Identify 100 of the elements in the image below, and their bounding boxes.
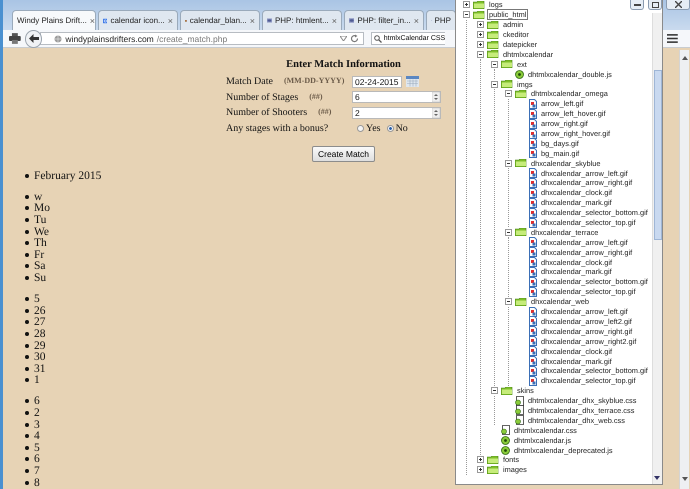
page-scrollbar[interactable] <box>679 50 689 489</box>
maximize-button[interactable] <box>648 0 662 10</box>
list-item: 3 <box>34 418 40 431</box>
expand-toggle[interactable] <box>477 456 484 464</box>
scroll-up-icon[interactable] <box>682 56 688 60</box>
expand-toggle[interactable] <box>477 21 484 28</box>
expand-toggle[interactable] <box>505 160 512 167</box>
browser-tab[interactable]: calendar icon... × <box>98 10 178 30</box>
form-title: Enter Match Information <box>285 59 402 70</box>
calendar-icon[interactable] <box>406 76 419 88</box>
field-label: Number of Stages <box>226 92 298 103</box>
browser-tab[interactable]: Windy Plains Drift... × <box>12 10 96 30</box>
expand-toggle[interactable] <box>505 90 512 98</box>
bullet-icon <box>25 344 29 348</box>
tree-scrollbar[interactable] <box>652 13 662 484</box>
list-item: We <box>34 226 50 238</box>
url-domain: windyplainsdrifters.com <box>65 34 154 44</box>
stylesheet-file-icon <box>501 425 510 436</box>
format-hint: (##) <box>318 107 332 118</box>
reload-icon[interactable] <box>350 34 359 43</box>
number-field[interactable]: 2 <box>352 106 441 119</box>
expand-toggle[interactable] <box>491 80 498 88</box>
format-hint: (MM-DD-YYYY) <box>284 76 344 88</box>
list-item: 6 <box>34 395 40 408</box>
folder-icon <box>501 386 513 395</box>
print-icon[interactable] <box>9 33 21 44</box>
bullet-icon <box>25 308 29 313</box>
browser-tab[interactable]: calendar_blan... × <box>180 10 260 30</box>
browser-tab[interactable]: PHP: htmlent... × <box>262 10 342 30</box>
folder-icon <box>515 159 527 168</box>
spinner-icon[interactable] <box>432 108 440 118</box>
bullet-icon <box>25 457 29 462</box>
script-file-icon <box>515 70 524 79</box>
number-field[interactable]: 6 <box>352 91 441 104</box>
close-button[interactable] <box>666 0 690 10</box>
scrollbar-thumb[interactable] <box>654 70 662 240</box>
radio-button[interactable] <box>357 124 364 132</box>
list-item: 29 <box>34 340 46 352</box>
expand-toggle[interactable] <box>463 11 470 18</box>
list-item: February 2015 <box>34 170 102 182</box>
folder-icon <box>487 466 499 474</box>
expand-toggle[interactable] <box>477 31 484 38</box>
stylesheet-file-icon <box>515 396 524 406</box>
list-item: 1 <box>34 374 40 386</box>
bullet-icon <box>25 366 29 371</box>
address-field[interactable]: windyplainsdrifters.com /create_match.php <box>40 32 364 45</box>
expand-toggle[interactable] <box>505 298 512 306</box>
minimize-button[interactable] <box>630 0 644 10</box>
browser-tab[interactable]: PHP: filter_in... × <box>344 10 424 30</box>
date-field[interactable]: 02-24-2015 <box>352 76 402 88</box>
bullet-icon <box>25 378 29 382</box>
list-item: 27 <box>34 316 46 328</box>
expand-toggle[interactable] <box>477 466 484 474</box>
scroll-down-icon[interactable] <box>682 477 688 481</box>
radio-label: No <box>396 122 408 134</box>
globe-icon <box>54 34 62 42</box>
close-tab-button[interactable]: × <box>414 16 419 26</box>
list-item: Sa <box>34 260 46 272</box>
bullet-icon <box>25 276 29 280</box>
bullet-icon <box>25 422 29 427</box>
minimize-icon <box>634 4 640 6</box>
back-button[interactable] <box>24 30 42 48</box>
radio-button[interactable] <box>386 124 394 132</box>
expand-toggle[interactable] <box>491 60 498 68</box>
bullet-icon <box>25 297 29 302</box>
stylesheet-file-icon <box>515 415 524 426</box>
bullet-icon <box>25 332 29 336</box>
folder-icon <box>473 0 485 9</box>
spinner-icon[interactable] <box>432 92 440 102</box>
scroll-down-icon[interactable] <box>654 476 660 480</box>
expand-toggle[interactable] <box>477 41 484 48</box>
create-match-button[interactable]: Create Match <box>312 146 376 162</box>
folder-icon <box>515 298 527 306</box>
list-item: 6 <box>34 453 40 466</box>
list-item: 4 <box>34 430 40 442</box>
expand-toggle[interactable] <box>505 228 512 236</box>
close-tab-button[interactable]: × <box>168 16 173 26</box>
close-tab-button[interactable]: × <box>90 16 95 26</box>
list-item: 7 <box>34 464 40 477</box>
expand-toggle[interactable] <box>463 1 470 8</box>
menu-icon[interactable] <box>667 34 678 43</box>
folder-icon <box>487 40 499 48</box>
folder-icon <box>515 228 527 236</box>
close-tab-button[interactable]: × <box>250 16 255 26</box>
list-item: 5 <box>34 293 40 306</box>
maximize-icon <box>652 2 658 8</box>
expand-toggle[interactable] <box>491 387 498 394</box>
expand-toggle[interactable] <box>477 50 484 58</box>
close-tab-button[interactable]: × <box>332 16 337 26</box>
browser-tab[interactable]: PHP <box>426 10 456 30</box>
field-label: Match Date <box>226 76 273 88</box>
bullet-icon <box>25 194 29 199</box>
dropdown-icon[interactable] <box>340 36 347 41</box>
list-item: 8 <box>34 476 40 489</box>
list-item: 26 <box>34 304 46 317</box>
list-item: Th <box>34 237 47 250</box>
bullet-icon <box>25 434 29 438</box>
folder-icon <box>487 456 499 464</box>
list-item: 31 <box>34 362 46 375</box>
bullet-icon <box>25 230 29 234</box>
